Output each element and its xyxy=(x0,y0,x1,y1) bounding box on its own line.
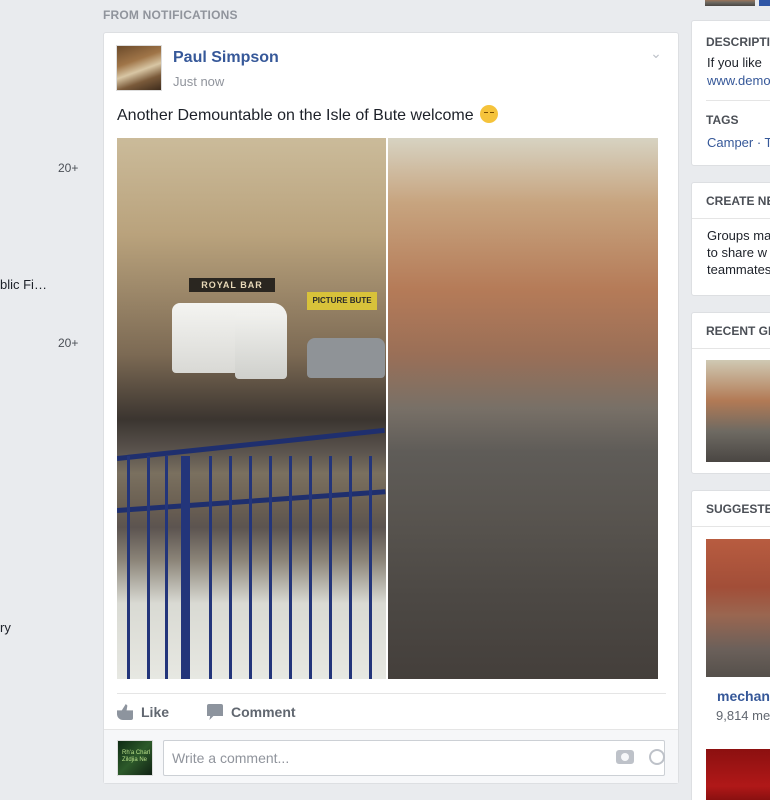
create-group-line-1: Groups ma xyxy=(707,228,770,243)
divider xyxy=(692,526,770,527)
create-group-line-3: teammates xyxy=(707,262,770,277)
like-label: Like xyxy=(141,704,170,720)
speech-bubble-icon xyxy=(207,704,223,720)
chevron-down-icon[interactable]: ⌄ xyxy=(648,45,664,61)
suggested-header: SUGGESTE xyxy=(706,502,770,516)
fence-post xyxy=(165,456,168,679)
suggested-group-name[interactable]: mechani xyxy=(702,688,770,704)
recent-photos-card: RECENT GI xyxy=(691,312,770,474)
fence-post xyxy=(309,456,312,679)
divider xyxy=(692,218,770,219)
right-top-card xyxy=(691,0,770,6)
photo-left[interactable]: ROYAL BAR PICTURE BUTE xyxy=(117,138,386,679)
post-actions: Like Comment xyxy=(117,693,666,729)
fence-post xyxy=(127,456,130,679)
fence-post xyxy=(249,456,252,679)
commenter-avatar[interactable]: Rh'a Charl Zildjia Ne xyxy=(117,740,153,776)
sidebar-count-2: 20+ xyxy=(58,336,79,350)
tags-value[interactable]: Camper · T xyxy=(692,135,770,150)
post-photos: ROYAL BAR PICTURE BUTE xyxy=(117,138,658,679)
comment-bar: Rh'a Charl Zildjia Ne xyxy=(104,729,678,783)
top-thumbnail[interactable] xyxy=(705,0,755,6)
description-link[interactable]: www.demo xyxy=(692,73,770,88)
camper-van-cab xyxy=(235,313,287,379)
commenter-avatar-text: Rh'a Charl Zildjia Ne xyxy=(122,750,151,763)
fence-post xyxy=(349,456,352,679)
recent-photo-thumbnail[interactable] xyxy=(706,360,770,462)
parked-car xyxy=(307,338,385,378)
fence-post xyxy=(289,456,292,679)
camera-icon[interactable] xyxy=(616,750,634,764)
author-name[interactable]: Paul Simpson xyxy=(173,49,279,67)
fence-post xyxy=(181,456,190,679)
post-timestamp[interactable]: Just now xyxy=(173,74,224,89)
sidebar-count-1: 20+ xyxy=(58,161,79,175)
author-avatar[interactable] xyxy=(116,45,162,91)
description-card: DESCRIPTI If you like www.demo TAGS Camp… xyxy=(691,20,770,166)
sidebar-item-public[interactable]: blic Fi… xyxy=(0,277,47,292)
create-group-header: CREATE NE xyxy=(706,194,770,208)
fence-post xyxy=(209,456,212,679)
suggested-group-thumbnail[interactable] xyxy=(706,539,770,677)
fence-post xyxy=(147,456,150,679)
suggested-group-thumbnail-2[interactable] xyxy=(706,749,770,800)
post-text: Another Demountable on the Isle of Bute … xyxy=(117,105,499,125)
top-thumbnail-blue xyxy=(759,0,770,6)
divider xyxy=(706,100,770,101)
suggested-group-members: 9,814 me xyxy=(716,708,770,723)
comment-input[interactable] xyxy=(163,740,665,776)
divider xyxy=(692,348,770,349)
description-header: DESCRIPTI xyxy=(706,35,770,49)
comment-button[interactable]: Comment xyxy=(207,704,296,720)
recent-header: RECENT GI xyxy=(706,324,770,338)
sidebar-item-ry[interactable]: ry xyxy=(0,620,11,635)
thumbs-up-icon xyxy=(117,704,133,720)
comment-label: Comment xyxy=(231,704,296,720)
post-card: Paul Simpson Just now ⌄ Another Demounta… xyxy=(103,32,679,784)
post-text-content: Another Demountable on the Isle of Bute … xyxy=(117,107,474,124)
relieved-emoji-icon xyxy=(480,105,499,123)
shop-sign: ROYAL BAR xyxy=(189,278,275,292)
photo-right[interactable] xyxy=(388,138,658,679)
create-group-line-2: to share w xyxy=(707,245,767,260)
section-label: FROM NOTIFICATIONS xyxy=(103,8,238,22)
fence-post xyxy=(269,456,272,679)
emoji-icon[interactable] xyxy=(649,749,665,765)
fence-post xyxy=(329,456,332,679)
suggested-groups-card: SUGGESTE mechani 9,814 me xyxy=(691,490,770,800)
description-text: If you like xyxy=(707,55,762,70)
like-button[interactable]: Like xyxy=(117,704,169,720)
fence-post xyxy=(229,456,232,679)
shop-sign-2: PICTURE BUTE xyxy=(307,292,377,310)
fence-post xyxy=(369,456,372,679)
create-group-card: CREATE NE Groups ma to share w teammates xyxy=(691,182,770,296)
tags-header: TAGS xyxy=(706,113,739,127)
